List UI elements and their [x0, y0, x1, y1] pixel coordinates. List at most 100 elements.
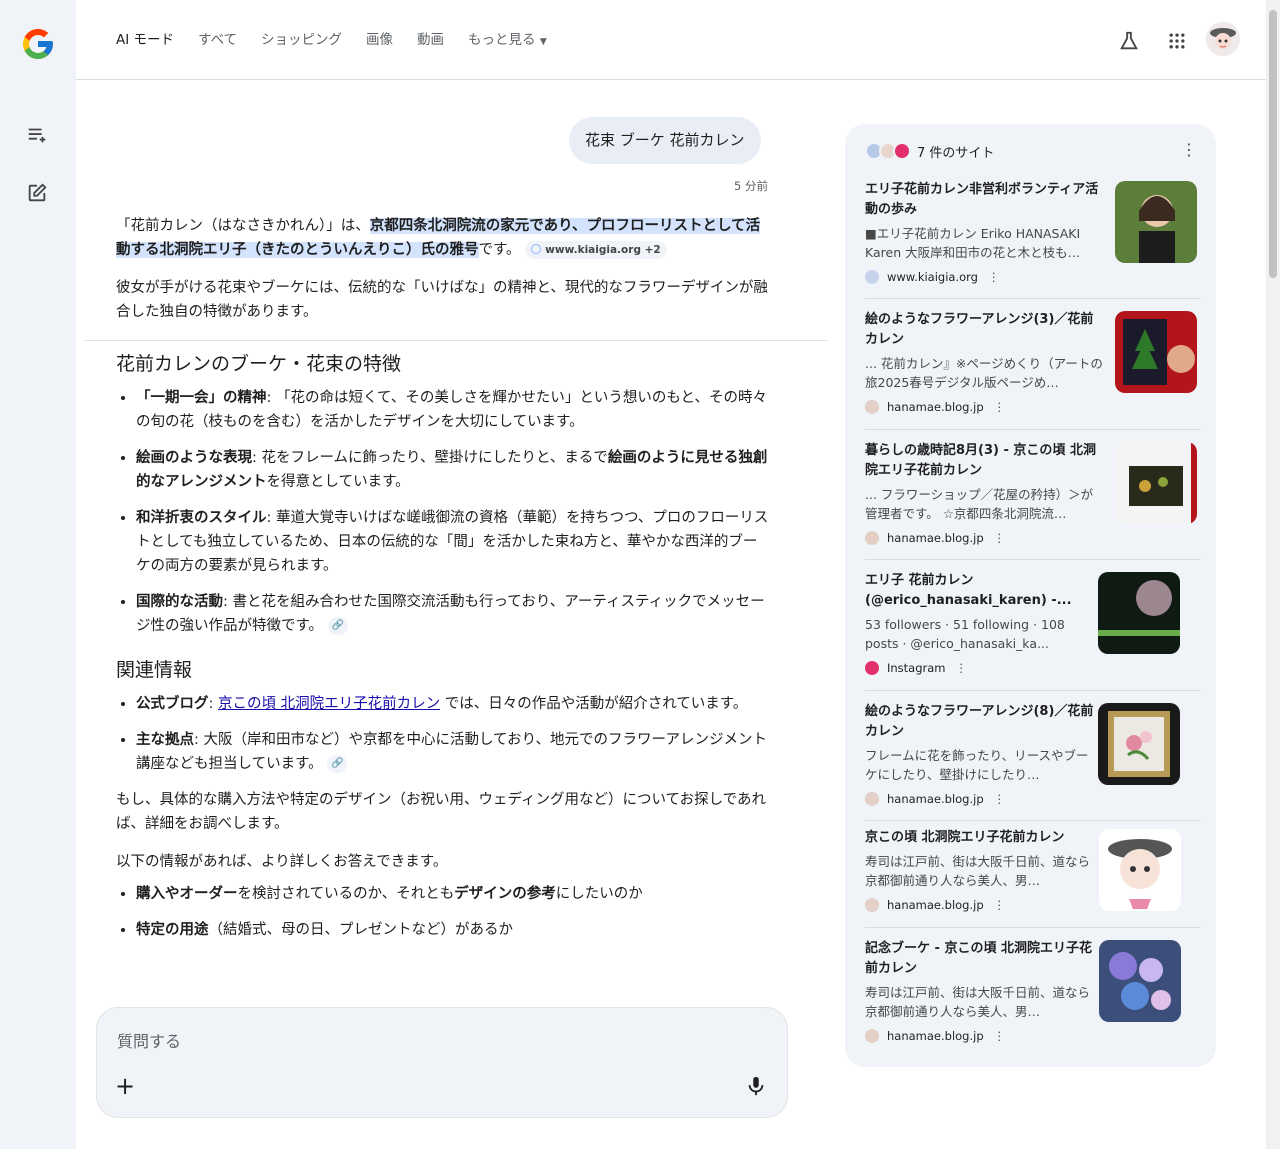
blog-favicon-icon: [865, 898, 879, 912]
official-blog-link[interactable]: 京この頃 北洞院エリ子花前カレン: [218, 696, 440, 712]
new-thread-icon[interactable]: [22, 120, 52, 150]
source-thumbnail[interactable]: [1115, 311, 1197, 393]
source-title[interactable]: 記念ブーケ - 京この頃 北洞院エリ子花前カレン: [865, 939, 1097, 979]
list-item-bold: 和洋折衷のスタイル: [136, 510, 267, 526]
more-vert-icon[interactable]: ⋮: [994, 400, 1006, 414]
source-title[interactable]: 絵のようなフラワーアレンジ(8)／花前カレン: [865, 702, 1095, 742]
source-thumbnail[interactable]: [1098, 703, 1180, 785]
labs-flask-icon[interactable]: [1116, 28, 1142, 54]
more-vert-icon[interactable]: ⋮: [956, 661, 968, 675]
source-chip-label: www.kiaigia.org +2: [545, 244, 661, 256]
instagram-icon: [865, 661, 879, 675]
source-chip[interactable]: www.kiaigia.org +2: [525, 241, 667, 259]
card-divider: [865, 927, 1201, 928]
globe-icon: [531, 244, 542, 254]
card-divider: [865, 690, 1201, 691]
blog-favicon-icon: [865, 1029, 879, 1043]
source-snippet: ... フラワーショップ／花屋の矜持）＞が管理者です。 ☆京都四条北洞院流…: [865, 487, 1094, 521]
source-site[interactable]: www.kiaigia.org ⋮: [865, 270, 999, 284]
list-item-text: にしたいのか: [555, 886, 643, 902]
tab-ai-mode[interactable]: AI モード: [116, 30, 174, 52]
card-divider: [865, 559, 1201, 560]
answer-para2: 彼女が手がける花束やブーケには、伝統的な「いけばな」の精神と、現代的なフラワーデ…: [116, 280, 768, 320]
source-card[interactable]: 京この頃 北洞院エリ子花前カレン 寿司は江戸前、街は大阪千日前、道なら京都御前通…: [865, 828, 1201, 928]
add-icon[interactable]: +: [115, 1072, 135, 1100]
more-vert-icon[interactable]: ⋮: [994, 1029, 1006, 1043]
list-item: 主な拠点: 大阪（岸和田市など）や京都を中心に活動しており、地元でのフラワーアレ…: [136, 728, 770, 776]
list-item: 和洋折衷のスタイル: 華道大覚寺いけばな嵯峨御流の資格（華範）を持ちつつ、プロの…: [136, 506, 770, 578]
intro-text: 「花前カレン（はなさきかれん）」は、: [116, 218, 370, 234]
source-site-label: hanamae.blog.jp: [887, 400, 984, 414]
source-title[interactable]: 京この頃 北洞院エリ子花前カレン: [865, 828, 1100, 848]
tab-all[interactable]: すべて: [198, 30, 237, 52]
tab-shopping[interactable]: ショッピング: [261, 30, 342, 52]
source-snippet: ... 花前カレン』※ページめくり（アートの旅2025春号デジタル版ページめ…: [865, 356, 1103, 390]
more-vert-icon[interactable]: ⋮: [994, 792, 1006, 806]
edit-icon[interactable]: [22, 178, 52, 208]
list-item-bold: 国際的な活動: [136, 594, 223, 610]
more-vert-icon[interactable]: ⋮: [994, 898, 1006, 912]
account-avatar[interactable]: [1206, 22, 1240, 56]
source-snippet: 53 followers · 51 following · 108 posts …: [865, 617, 1065, 651]
list-item-text: では、日々の作品や活動が紹介されています。: [440, 696, 748, 712]
list-item-text: （結婚式、母の日、プレゼントなど）があるか: [208, 922, 514, 938]
source-site[interactable]: hanamae.blog.jp ⋮: [865, 898, 1005, 912]
source-site[interactable]: hanamae.blog.jp ⋮: [865, 792, 1005, 806]
list-item-bold: 特定の用途: [136, 922, 209, 938]
list-item-bold: 公式ブログ: [136, 696, 209, 712]
source-thumbnail[interactable]: [1099, 940, 1181, 1022]
list-item: 公式ブログ: 京この頃 北洞院エリ子花前カレン では、日々の作品や活動が紹介され…: [136, 692, 770, 716]
source-title[interactable]: 絵のようなフラワーアレンジ(3)／花前カレン: [865, 310, 1105, 350]
list-item: 特定の用途（結婚式、母の日、プレゼントなど）があるか: [136, 918, 770, 942]
source-thumbnail[interactable]: [1098, 572, 1180, 654]
scrollbar-thumb[interactable]: [1269, 10, 1277, 278]
source-title[interactable]: エリ子 花前カレン (@erico_hanasaki_karen) -...: [865, 571, 1090, 611]
tab-images[interactable]: 画像: [366, 30, 393, 52]
tab-videos[interactable]: 動画: [417, 30, 444, 52]
tab-more[interactable]: もっと見る ▼: [468, 30, 547, 52]
apps-grid-icon[interactable]: [1164, 28, 1190, 54]
source-title[interactable]: エリ子花前カレン非営利ボランティア活動の歩み: [865, 180, 1105, 220]
list-item-text: を得意としています。: [266, 474, 410, 490]
source-snippet: ■エリ子花前カレン Eriko HANASAKI Karen 大阪岸和田市の花と…: [865, 226, 1081, 260]
microphone-icon[interactable]: [745, 1074, 767, 1098]
tab-more-label: もっと見る: [468, 32, 536, 48]
ai-answer: 「花前カレン（はなさきかれん）」は、京都四条北洞院流の家元であり、プロフローリス…: [116, 214, 770, 954]
source-card[interactable]: エリ子花前カレン非営利ボランティア活動の歩み ■エリ子花前カレン Eriko H…: [865, 180, 1201, 290]
link-icon[interactable]: 🔗: [327, 755, 348, 773]
list-item: 絵画のような表現: 花をフレームに飾ったり、壁掛けにしたりと、まるで絵画のように…: [136, 446, 770, 494]
answer-para3: もし、具体的な購入方法や特定のデザイン（お祝い用、ウェディング用など）についてお…: [116, 792, 767, 832]
features-list: 「一期一会」の精神: 「花の命は短くて、その美しさを輝かせたい」という想いのもと…: [136, 386, 770, 638]
google-logo-icon[interactable]: [20, 26, 56, 62]
source-card[interactable]: エリ子 花前カレン (@erico_hanasaki_karen) -... 5…: [865, 571, 1201, 681]
page-scrollbar[interactable]: [1266, 0, 1280, 1149]
source-thumbnail[interactable]: [1099, 829, 1181, 911]
source-card[interactable]: 絵のようなフラワーアレンジ(3)／花前カレン ... 花前カレン』※ページめくり…: [865, 310, 1201, 420]
list-item-bold: デザインの参考: [454, 886, 556, 902]
source-site[interactable]: hanamae.blog.jp ⋮: [865, 1029, 1005, 1043]
list-item-bold: 購入やオーダー: [136, 886, 238, 902]
source-card[interactable]: 暮らしの歳時記8月(3) - 京この頃 北洞院エリ子花前カレン ... フラワー…: [865, 441, 1201, 551]
related-list: 公式ブログ: 京この頃 北洞院エリ子花前カレン では、日々の作品や活動が紹介され…: [136, 692, 770, 776]
source-site[interactable]: hanamae.blog.jp ⋮: [865, 531, 1005, 545]
source-card[interactable]: 絵のようなフラワーアレンジ(8)／花前カレン フレームに花を飾ったり、リースやブ…: [865, 702, 1201, 812]
source-thumbnail[interactable]: [1115, 442, 1197, 524]
source-card[interactable]: 記念ブーケ - 京この頃 北洞院エリ子花前カレン 寿司は江戸前、街は大阪千日前、…: [865, 939, 1201, 1049]
source-site[interactable]: Instagram ⋮: [865, 661, 967, 675]
source-site[interactable]: hanamae.blog.jp ⋮: [865, 400, 1005, 414]
questions-list: 購入やオーダーを検討されているのか、それともデザインの参考にしたいのか 特定の用…: [136, 882, 770, 942]
sources-header[interactable]: 7 件のサイト: [865, 140, 994, 162]
more-vert-icon[interactable]: ⋮: [988, 270, 1000, 284]
ask-input-box[interactable]: 質問する +: [96, 1007, 788, 1118]
ask-input[interactable]: 質問する: [117, 1028, 181, 1052]
more-vert-icon[interactable]: ⋮: [994, 531, 1006, 545]
answer-intro: 「花前カレン（はなさきかれん）」は、京都四条北洞院流の家元であり、プロフローリス…: [116, 214, 770, 262]
source-thumbnail[interactable]: [1115, 181, 1197, 263]
sources-count: 7 件のサイト: [917, 145, 995, 161]
link-icon[interactable]: 🔗: [327, 617, 348, 635]
more-vert-icon[interactable]: ⋮: [1181, 140, 1197, 159]
blog-favicon-icon: [865, 531, 879, 545]
user-query-bubble: 花束 ブーケ 花前カレン: [569, 117, 761, 164]
source-title[interactable]: 暮らしの歳時記8月(3) - 京この頃 北洞院エリ子花前カレン: [865, 441, 1105, 481]
top-header: AI モード すべて ショッピング 画像 動画 もっと見る ▼: [76, 0, 1266, 80]
